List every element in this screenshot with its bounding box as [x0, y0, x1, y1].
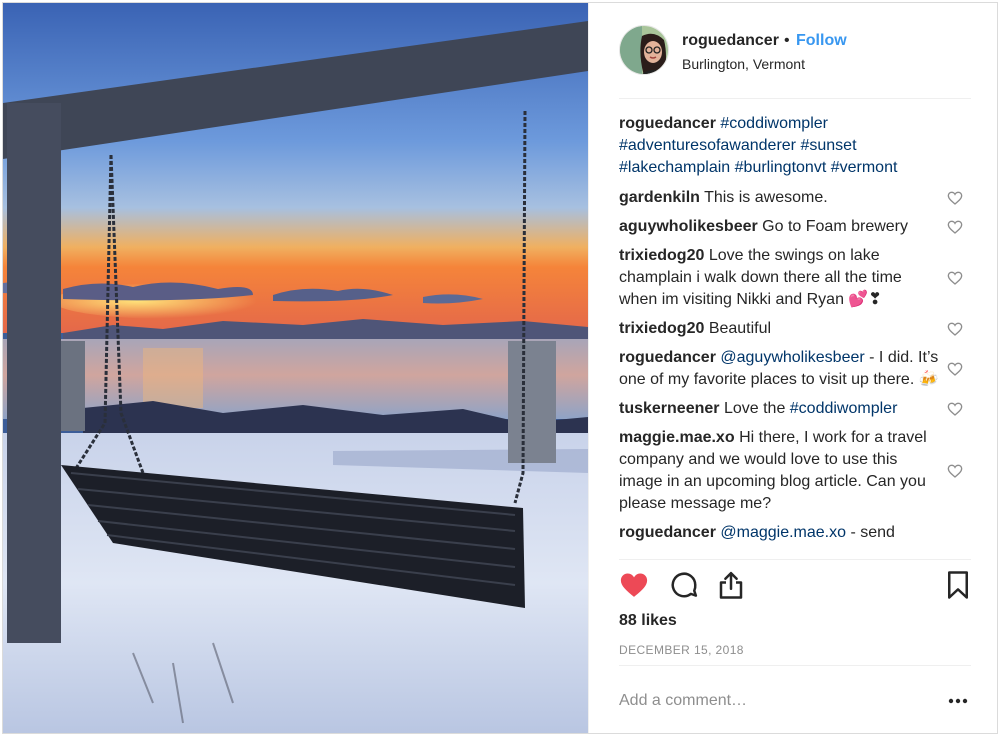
post-author-username[interactable]: roguedancer — [682, 32, 779, 50]
hashtag-link[interactable]: #vermont — [831, 159, 898, 176]
separator-dot: • — [784, 32, 790, 49]
comment-item: aguywholikesbeer Go to Foam brewery — [619, 216, 971, 238]
post-side-panel: roguedancer • Follow Burlington, Vermont… — [588, 3, 997, 733]
comment-text: Beautiful — [708, 320, 772, 337]
comment-item: gardenkiln This is awesome. — [619, 187, 971, 209]
sunset-swing-photo — [3, 3, 588, 733]
bookmark-icon[interactable] — [943, 570, 973, 600]
comment-item: roguedancer @maggie.mae.xo - send — [619, 522, 971, 544]
heart-outline-icon[interactable] — [947, 219, 963, 235]
profile-photo — [620, 26, 668, 74]
instagram-post: roguedancer • Follow Burlington, Vermont… — [2, 2, 998, 734]
comment-text: Love the — [723, 400, 790, 417]
comment-item: trixiedog20 Beautiful — [619, 318, 971, 340]
comments-list[interactable]: roguedancer #coddiwompler #adventuresofa… — [619, 113, 971, 559]
follow-button[interactable]: Follow — [796, 32, 847, 50]
likes-count[interactable]: 88 likes — [619, 612, 677, 630]
comment-item: trixiedog20 Love the swings on lake cham… — [619, 245, 971, 311]
comment-username[interactable]: tuskerneener — [619, 400, 720, 417]
hashtag-link[interactable]: #coddiwompler — [720, 115, 828, 132]
location-link[interactable]: Burlington, Vermont — [682, 56, 805, 72]
hashtag-link[interactable]: #burlingtonvt — [735, 159, 827, 176]
comment-username[interactable]: roguedancer — [619, 524, 716, 541]
add-comment-input[interactable] — [619, 689, 919, 713]
heart-outline-icon[interactable] — [947, 190, 963, 206]
heart-outline-icon[interactable] — [947, 463, 963, 479]
comment-text: Go to Foam brewery — [762, 218, 908, 235]
more-dots-icon[interactable] — [945, 691, 971, 711]
caption-username[interactable]: roguedancer — [619, 115, 716, 132]
comment-text: - send — [846, 524, 895, 541]
comment-username[interactable]: trixiedog20 — [619, 320, 704, 337]
post-date[interactable]: DECEMBER 15, 2018 — [619, 643, 744, 657]
caption: roguedancer #coddiwompler #adventuresofa… — [619, 113, 971, 179]
heart-outline-icon[interactable] — [947, 270, 963, 286]
divider — [619, 98, 971, 99]
comment-username[interactable]: maggie.mae.xo — [619, 429, 735, 446]
comment-item: tuskerneener Love the #coddiwompler — [619, 398, 971, 420]
mention-link[interactable]: @aguywholikesbeer — [720, 349, 864, 366]
hashtag-link[interactable]: #lakechamplain — [619, 159, 730, 176]
divider — [619, 665, 971, 666]
comment-username[interactable]: aguywholikesbeer — [619, 218, 758, 235]
divider — [619, 559, 971, 560]
hashtag-link[interactable]: #adventuresofawanderer — [619, 137, 796, 154]
mention-link[interactable]: @maggie.mae.xo — [720, 524, 846, 541]
comment-bubble-icon[interactable] — [669, 570, 699, 600]
comment-username[interactable]: trixiedog20 — [619, 247, 704, 264]
comment-item: roguedancer @aguywholikesbeer - I did. I… — [619, 347, 971, 391]
comment-item: maggie.mae.xo Hi there, I work for a tra… — [619, 427, 971, 515]
heart-outline-icon[interactable] — [947, 361, 963, 377]
comment-text: This is awesome. — [704, 189, 828, 206]
comment-username[interactable]: gardenkiln — [619, 189, 700, 206]
heart-outline-icon[interactable] — [947, 321, 963, 337]
share-icon[interactable] — [716, 570, 746, 600]
hashtag-link[interactable]: #sunset — [800, 137, 856, 154]
post-photo[interactable] — [3, 3, 588, 733]
heart-filled-icon[interactable] — [619, 570, 649, 600]
hashtag-link[interactable]: #coddiwompler — [790, 400, 898, 417]
heart-outline-icon[interactable] — [947, 401, 963, 417]
avatar[interactable] — [619, 25, 669, 75]
comment-username[interactable]: roguedancer — [619, 349, 716, 366]
post-header: roguedancer • Follow Burlington, Vermont — [589, 3, 997, 99]
